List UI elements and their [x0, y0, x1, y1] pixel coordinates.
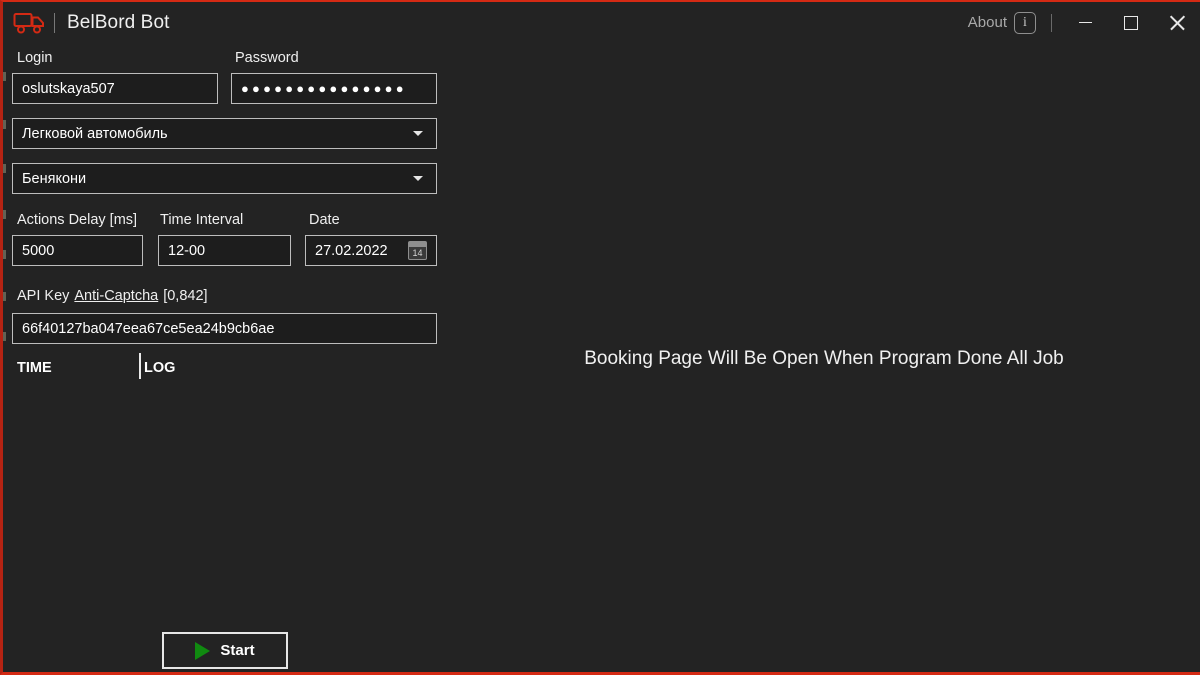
title-separator	[54, 12, 55, 33]
checkpoint-dropdown[interactable]: Бенякони	[12, 163, 437, 194]
close-button[interactable]	[1154, 2, 1200, 43]
start-button-label: Start	[220, 642, 255, 659]
time-interval-input[interactable]: 12-00	[158, 235, 291, 266]
browser-panel: Booking Page Will Be Open When Program D…	[448, 43, 1200, 672]
calendar-day-number: 14	[412, 248, 423, 258]
login-label: Login	[17, 50, 53, 66]
window-title: BelBord Bot	[67, 11, 170, 33]
log-time-column-header: TIME	[17, 360, 52, 376]
minimize-icon	[1078, 21, 1092, 24]
titlebar[interactable]: BelBord Bot About i	[3, 2, 1200, 43]
login-input[interactable]: oslutskaya507	[12, 73, 218, 104]
checkpoint-value: Бенякони	[22, 170, 87, 187]
chevron-down-icon	[413, 176, 423, 181]
log-message-column-header: LOG	[144, 360, 176, 376]
api-key-balance: [0,842]	[163, 288, 208, 304]
password-input[interactable]: ●●●●●●●●●●●●●●●	[231, 73, 437, 104]
api-key-label: API Key	[17, 288, 70, 304]
about-button[interactable]: About i	[961, 2, 1043, 43]
form-panel: Login Password oslutskaya507 ●●●●●●●●●●●…	[3, 43, 448, 672]
time-interval-label: Time Interval	[160, 212, 244, 228]
app-window: BelBord Bot About i Login Password oslut…	[0, 0, 1200, 675]
about-label: About	[967, 14, 1007, 31]
control-separator	[1051, 13, 1052, 32]
close-icon	[1169, 15, 1185, 31]
vehicle-type-value: Легковой автомобиль	[22, 125, 168, 142]
play-icon	[195, 641, 211, 660]
date-value: 27.02.2022	[315, 242, 388, 259]
api-key-label-row: API Key Anti-Captcha [0,842]	[17, 288, 208, 304]
booking-status-message: Booking Page Will Be Open When Program D…	[584, 348, 1064, 369]
log-column-divider	[139, 353, 141, 379]
calendar-icon[interactable]: 14	[408, 241, 427, 260]
chevron-down-icon	[413, 131, 423, 136]
anti-captcha-link[interactable]: Anti-Captcha	[74, 288, 158, 304]
minimize-button[interactable]	[1062, 2, 1108, 43]
date-picker[interactable]: 27.02.2022 14	[305, 235, 437, 266]
vehicle-type-dropdown[interactable]: Легковой автомобиль	[12, 118, 437, 149]
date-label: Date	[309, 212, 340, 228]
info-icon: i	[1014, 11, 1036, 34]
password-label: Password	[235, 50, 299, 66]
actions-delay-label: Actions Delay [ms]	[17, 212, 138, 228]
truck-icon	[12, 10, 48, 36]
actions-delay-input[interactable]: 5000	[12, 235, 143, 266]
log-list[interactable]	[3, 383, 448, 602]
log-header: TIME LOG	[3, 353, 448, 383]
start-button[interactable]: Start	[162, 632, 288, 669]
maximize-button[interactable]	[1108, 2, 1154, 43]
maximize-icon	[1124, 15, 1138, 30]
password-masked-value: ●●●●●●●●●●●●●●●	[241, 81, 407, 96]
api-key-input[interactable]: 66f40127ba047eea67ce5ea24b9cb6ae	[12, 313, 437, 344]
titlebar-controls: About i	[961, 2, 1200, 43]
